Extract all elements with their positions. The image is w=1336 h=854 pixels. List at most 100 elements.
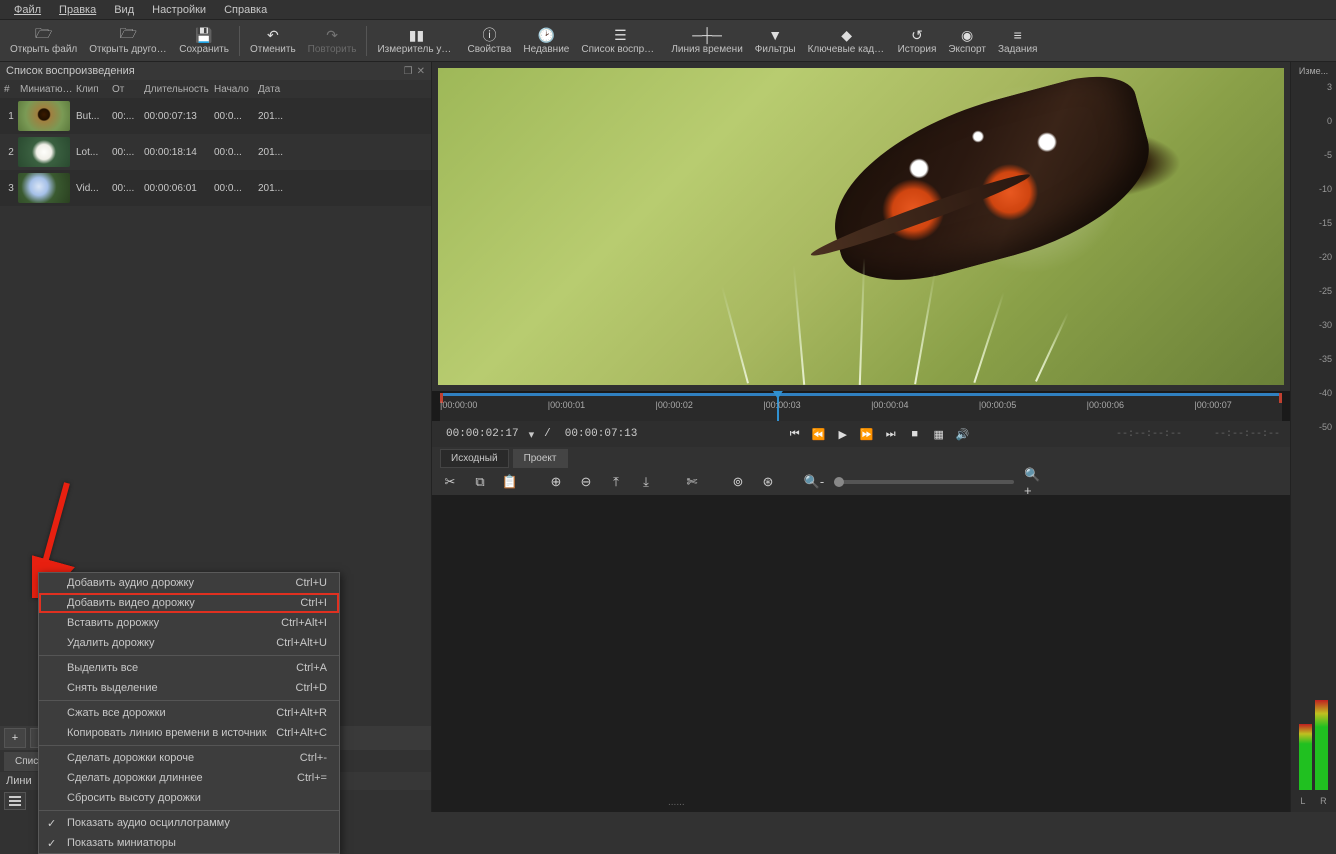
undo-button[interactable]: ↶Отменить (244, 21, 302, 61)
undock-icon[interactable]: ❐ (404, 66, 413, 77)
out-tc: --:--:--:-- (1214, 429, 1280, 440)
menu-item-shortcut: Ctrl+Alt+R (276, 707, 327, 719)
add-button[interactable]: + (4, 728, 26, 748)
menu-item-label: Снять выделение (67, 682, 158, 694)
rewind-button[interactable]: ⏪ (811, 426, 827, 442)
menu-item[interactable]: Сжать все дорожки Ctrl+Alt+R (39, 703, 339, 723)
center-tabs: Исходный Проект ...... (432, 447, 1290, 469)
zoom-in-button[interactable]: 🔍+ (1024, 472, 1044, 492)
play-button[interactable]: ▶ (835, 426, 851, 442)
paste-button[interactable]: 📋 (500, 472, 520, 492)
copy-button[interactable]: ⧉ (470, 472, 490, 492)
playlist-button[interactable]: ☰Список воспроизведения (575, 21, 665, 61)
dots: ...... (668, 797, 685, 808)
menu-item[interactable]: Удалить дорожкуCtrl+Alt+U (39, 633, 339, 653)
open-other-button[interactable]: 🗁Открыть другой... (83, 21, 173, 61)
thumbnail (18, 101, 70, 131)
menu-item[interactable]: Сбросить высоту дорожки (39, 788, 339, 808)
video-preview[interactable] (432, 62, 1290, 391)
fastfwd-button[interactable]: ⏩ (859, 426, 875, 442)
audio-meter-panel: Изме... 30-5-10-15-20-25-30-35-40-50 LR (1290, 62, 1336, 812)
scrub-button[interactable]: ⊛ (758, 472, 778, 492)
split-button[interactable]: ✄ (682, 472, 702, 492)
properties-button[interactable]: ⓘСвойства (461, 21, 517, 61)
menu-settings[interactable]: Настройки (144, 2, 214, 18)
zoom-out-button[interactable]: 🔍- (804, 472, 824, 492)
menu-item-label: Сделать дорожки короче (67, 752, 194, 764)
playlist-row[interactable]: 1But...00:...00:00:07:1300:0...201... (0, 98, 431, 134)
menu-view[interactable]: Вид (106, 2, 142, 18)
grid-button[interactable]: ▦ (931, 426, 947, 442)
menu-item[interactable]: ✓Показать миниатюры (39, 833, 339, 853)
close-icon[interactable]: ✕ (417, 66, 425, 77)
open-file-button[interactable]: 🗁Открыть файл (4, 21, 83, 61)
menu-item-shortcut: Ctrl+A (296, 662, 327, 674)
tab-source[interactable]: Исходный (440, 449, 509, 468)
timecode-position[interactable]: 00:00:02:17 (442, 426, 523, 442)
meter-tick: -10 (1291, 184, 1332, 194)
menu-item-label: Копировать линию времени в источник (67, 727, 267, 739)
stop-button[interactable]: ■ (907, 426, 923, 442)
folder-plus-icon: 🗁 (120, 26, 137, 44)
menu-item[interactable]: Сделать дорожки длиннееCtrl+= (39, 768, 339, 788)
history-button[interactable]: ↺История (892, 21, 943, 61)
recent-button[interactable]: 🕑Недавние (517, 21, 575, 61)
meter-tick: -30 (1291, 320, 1332, 330)
folder-icon: 🗁 (35, 26, 52, 44)
menu-item-label: Добавить видео дорожку (67, 597, 195, 609)
menu-item[interactable]: Добавить видео дорожкуCtrl+I (39, 593, 339, 613)
ruler-tick: |00:00:00 (440, 400, 477, 410)
skip-prev-button[interactable]: ⏮ (787, 426, 803, 442)
menu-item[interactable]: ✓Показать аудио осциллограмму (39, 813, 339, 833)
menu-item-label: Сжать все дорожки (67, 707, 166, 719)
zoom-slider[interactable] (834, 480, 1014, 484)
check-icon: ✓ (47, 817, 56, 830)
menu-item-label: Выделить все (67, 662, 138, 674)
playlist-row[interactable]: 3Vid...00:...00:00:06:0100:0...201... (0, 170, 431, 206)
row-number: 3 (2, 183, 18, 194)
append-button[interactable]: ⊕ (546, 472, 566, 492)
filters-button[interactable]: ▼Фильтры (749, 21, 802, 61)
menu-item[interactable]: Копировать линию времени в источникCtrl+… (39, 723, 339, 743)
keyframes-button[interactable]: ◆Ключевые кадры (802, 21, 892, 61)
playlist-row[interactable]: 2Lot...00:...00:00:18:1400:0...201... (0, 134, 431, 170)
meter-tick: 0 (1291, 116, 1332, 126)
cut-button[interactable]: ✂ (440, 472, 460, 492)
ripple-delete-button[interactable]: ⊖ (576, 472, 596, 492)
check-icon: ✓ (47, 837, 56, 850)
menu-item[interactable]: Добавить аудио дорожкуCtrl+U (39, 573, 339, 593)
scrub-ruler[interactable]: |00:00:00|00:00:01|00:00:02|00:00:03|00:… (440, 393, 1282, 421)
menu-item[interactable]: Сделать дорожки корочеCtrl+- (39, 748, 339, 768)
timeline-button[interactable]: ─┼─Линия времени (665, 21, 748, 61)
volume-button[interactable]: 🔊 (955, 426, 971, 442)
transport-bar: 00:00:02:17 ▾ / 00:00:07:13 ⏮ ⏪ ▶ ⏩ ⏭ ■ … (432, 421, 1290, 447)
jobs-button[interactable]: ≡Задания (992, 21, 1044, 61)
undo-icon: ↶ (267, 26, 279, 44)
timeline-canvas[interactable] (432, 495, 1290, 812)
peak-meter-button[interactable]: ▮▮Измеритель уровня (371, 21, 461, 61)
lift-button[interactable]: ⤒ (606, 472, 626, 492)
tab-project[interactable]: Проект (513, 449, 568, 468)
meter-bar-l (1299, 724, 1312, 790)
menu-file[interactable]: Файл (6, 2, 49, 18)
menu-item[interactable]: Выделить все Ctrl+A (39, 658, 339, 678)
snap-button[interactable]: ⊚ (728, 472, 748, 492)
menu-item-label: Добавить аудио дорожку (67, 577, 194, 589)
menu-edit[interactable]: Правка (51, 2, 104, 18)
menu-help[interactable]: Справка (216, 2, 275, 18)
stack-icon: ≡ (1014, 26, 1022, 44)
keyframe-icon: ◆ (841, 26, 852, 44)
export-icon: ◉ (961, 26, 973, 44)
menu-item[interactable]: Снять выделение Ctrl+D (39, 678, 339, 698)
meter-tick: -15 (1291, 218, 1332, 228)
save-button[interactable]: 💾Сохранить (173, 21, 235, 61)
menu-item-label: Удалить дорожку (67, 637, 155, 649)
skip-next-button[interactable]: ⏭ (883, 426, 899, 442)
export-button[interactable]: ◉Экспорт (942, 21, 992, 61)
overwrite-button[interactable]: ⤓ (636, 472, 656, 492)
menu-item-shortcut: Ctrl+D (296, 682, 327, 694)
menu-item[interactable]: Вставить дорожкуCtrl+Alt+I (39, 613, 339, 633)
funnel-icon: ▼ (768, 26, 782, 44)
timeline-menu-button[interactable] (4, 792, 26, 810)
out-point-marker[interactable] (1279, 393, 1282, 403)
